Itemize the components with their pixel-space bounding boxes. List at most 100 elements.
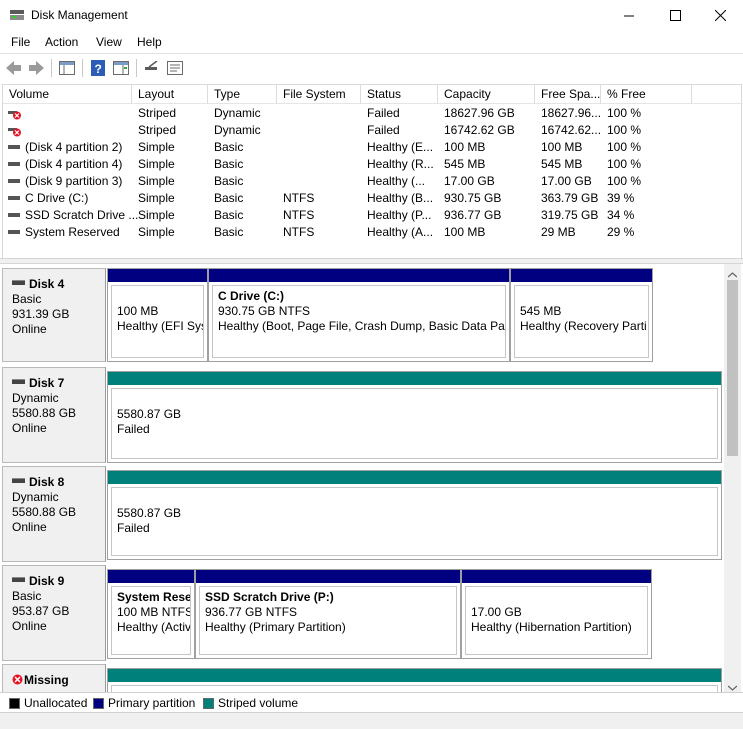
col-header-capacity[interactable]: Capacity [438, 85, 535, 104]
disk-7-info[interactable]: Disk 7 Dynamic 5580.88 GB Online [2, 367, 106, 463]
cell-volume: System Reserved [8, 224, 120, 241]
partition-status: Healthy (Recovery Parti [520, 319, 647, 333]
col-header-free-space[interactable]: Free Spa... [535, 85, 601, 104]
cell-status: Healthy (... [367, 174, 426, 188]
show-hide-action-pane-icon[interactable] [112, 59, 130, 77]
cell-volume: (Disk 4 partition 4) [8, 156, 122, 173]
cell-type: Basic [214, 157, 244, 171]
cell-layout: Striped [138, 123, 177, 137]
col-header-status[interactable]: Status [361, 85, 438, 104]
volume-row[interactable]: (Disk 4 partition 2) Simple Basic Healthy (… [3, 139, 743, 156]
volume-icon [8, 161, 20, 166]
cell-percent-free: 29 % [607, 225, 635, 239]
partition-striped-failed[interactable]: 5580.87 GB Failed [107, 470, 722, 560]
cell-percent-free: 100 % [607, 123, 642, 137]
failed-disk-icon [12, 674, 23, 685]
menu-action[interactable]: Action [45, 35, 78, 49]
cell-capacity: 930.75 GB [444, 191, 502, 205]
minimize-button[interactable] [606, 0, 652, 31]
col-header-layout[interactable]: Layout [132, 85, 208, 104]
partition-size: 936.77 GB NTFS [205, 605, 298, 619]
cell-capacity: 100 MB [444, 225, 486, 239]
volume-row[interactable]: Striped Dynamic Failed 16742.62 GB 16742.62.… [3, 122, 743, 139]
cell-status: Healthy (R... [367, 157, 434, 171]
cell-status: Failed [367, 123, 400, 137]
properties-icon[interactable] [166, 59, 184, 77]
cell-percent-free: 34 % [607, 208, 635, 222]
disk-state: Online [12, 322, 47, 336]
volume-row[interactable]: (Disk 9 partition 3) Simple Basic Healthy (… [3, 173, 743, 190]
volume-row[interactable]: (Disk 4 partition 4) Simple Basic Healthy (… [3, 156, 743, 173]
partition-size: 5580.87 GB [117, 506, 182, 520]
volume-icon [8, 144, 20, 149]
scrollbar-thumb[interactable] [727, 280, 738, 456]
cell-percent-free: 100 % [607, 174, 642, 188]
disk-name: Disk 7 [29, 376, 65, 390]
disk-size: 5580.88 GB [12, 406, 77, 420]
partition-title: System Reser [117, 590, 191, 604]
partition-striped-missing[interactable] [107, 668, 722, 692]
volume-row[interactable]: C Drive (C:) Simple Basic NTFS Healthy (B...… [3, 190, 743, 207]
help-icon[interactable]: ? [89, 59, 107, 77]
volume-name: SSD Scratch Drive ... [25, 208, 139, 222]
partition-ssd-scratch[interactable]: SSD Scratch Drive (P:) 936.77 GB NTFS He… [195, 569, 461, 659]
volume-name: (Disk 9 partition 3) [25, 174, 123, 188]
partition-c-drive[interactable]: C Drive (C:) 930.75 GB NTFS Healthy (Boo… [208, 268, 510, 362]
cell-type: Dynamic [214, 106, 261, 120]
partition-hibernation[interactable]: 17.00 GB Healthy (Hibernation Partition) [461, 569, 652, 659]
title-bar: Disk Management [0, 0, 743, 31]
cell-volume [8, 122, 25, 139]
col-header-file-system[interactable]: File System [277, 85, 361, 104]
cell-free-space: 545 MB [541, 157, 583, 171]
menu-file[interactable]: File [11, 35, 30, 49]
disk-state: Online [12, 520, 47, 534]
cell-layout: Simple [138, 225, 175, 239]
cell-file-system: NTFS [283, 225, 315, 239]
disk-8-info[interactable]: Disk 8 Dynamic 5580.88 GB Online [2, 466, 106, 562]
partition-size: 100 MB NTFS [117, 605, 191, 619]
cell-type: Basic [214, 174, 244, 188]
cell-type: Dynamic [214, 123, 261, 137]
partition-striped-failed[interactable]: 5580.87 GB Failed [107, 371, 722, 463]
partition-recovery[interactable]: 545 MB Healthy (Recovery Parti [510, 268, 653, 362]
disk-state: Online [12, 619, 47, 633]
volume-row[interactable]: SSD Scratch Drive ... Simple Basic NTFS Heal… [3, 207, 743, 224]
disk-9-info[interactable]: Disk 9 Basic 953.87 GB Online [2, 565, 106, 661]
disk-4-info[interactable]: Disk 4 Basic 931.39 GB Online [2, 268, 106, 362]
cell-capacity: 936.77 GB [444, 208, 502, 222]
cell-capacity: 16742.62 GB [444, 123, 515, 137]
forward-arrow-icon[interactable] [27, 59, 45, 77]
disk-missing-info[interactable]: Missing [2, 664, 106, 692]
disk-name: Missing [24, 673, 69, 687]
show-hide-console-tree-icon[interactable] [58, 59, 76, 77]
cell-volume: (Disk 4 partition 2) [8, 139, 122, 156]
partition-status: Healthy (Boot, Page File, Crash Dump, Ba… [218, 319, 506, 333]
col-header-percent-free[interactable]: % Free [601, 85, 692, 104]
volume-row[interactable]: Striped Dynamic Failed 18627.96 GB 18627.96.… [3, 105, 743, 122]
cell-percent-free: 100 % [607, 140, 642, 154]
cell-layout: Simple [138, 174, 175, 188]
connect-icon[interactable] [143, 59, 161, 77]
partition-system-reserved[interactable]: System Reser 100 MB NTFS Healthy (Activ [107, 569, 195, 659]
menu-help[interactable]: Help [137, 35, 162, 49]
window-title: Disk Management [31, 8, 128, 22]
partition-status: Healthy (Primary Partition) [205, 620, 346, 634]
close-button[interactable] [697, 0, 743, 31]
scroll-up-icon[interactable] [727, 267, 738, 281]
partition-efi[interactable]: 100 MB Healthy (EFI Syst [107, 268, 208, 362]
col-header-volume[interactable]: Volume [3, 85, 132, 104]
disk-icon [12, 379, 25, 384]
menu-view[interactable]: View [96, 35, 122, 49]
volume-icon [8, 178, 20, 183]
volume-row[interactable]: System Reserved Simple Basic NTFS Healthy (A… [3, 224, 743, 241]
col-header-type[interactable]: Type [208, 85, 277, 104]
maximize-button[interactable] [652, 0, 698, 31]
back-arrow-icon[interactable] [5, 59, 23, 77]
disk-management-icon [9, 8, 25, 22]
legend: Unallocated Primary partition Striped vo… [0, 692, 743, 712]
disk-size: 953.87 GB [12, 604, 70, 618]
disk-type: Basic [12, 292, 42, 306]
failed-disk-icon [8, 108, 22, 120]
cell-free-space: 100 MB [541, 140, 583, 154]
cell-capacity: 545 MB [444, 157, 486, 171]
